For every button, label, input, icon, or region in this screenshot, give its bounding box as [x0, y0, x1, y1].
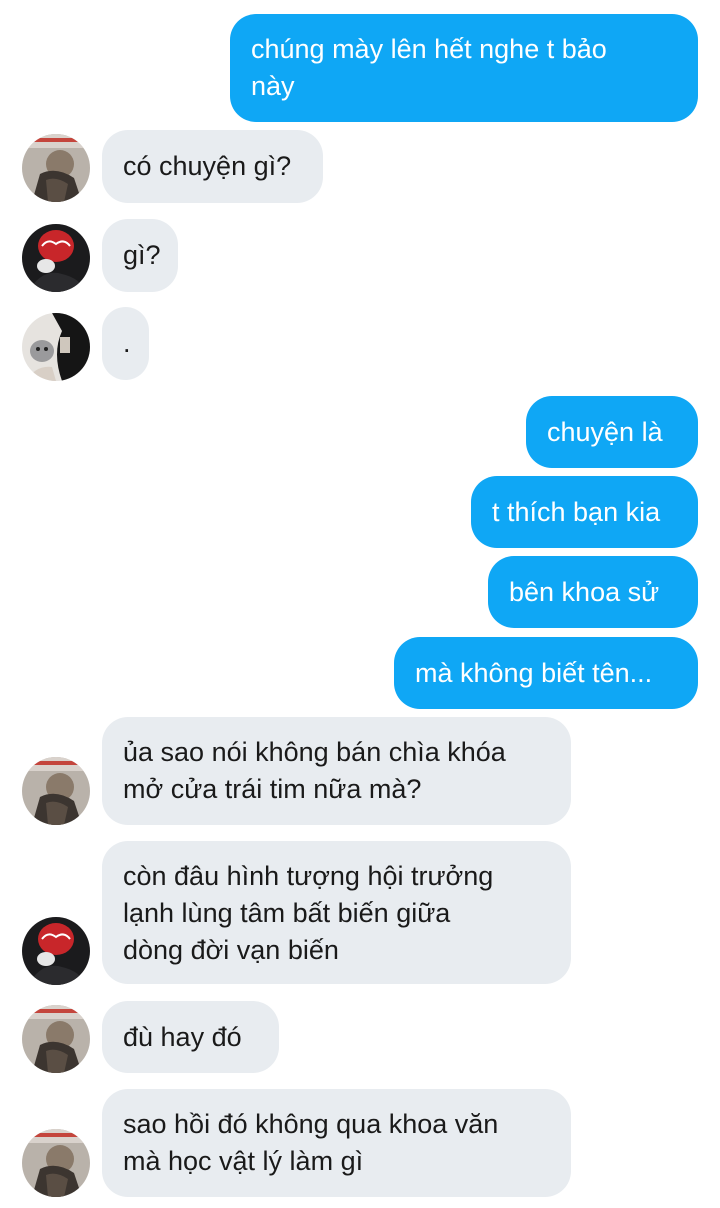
message-line: mở cửa trái tim nữa mà?	[123, 774, 422, 804]
outgoing-message[interactable]: chúng mày lên hết nghe t bảo này	[230, 14, 698, 122]
avatar-user-b[interactable]	[22, 224, 90, 292]
outgoing-message[interactable]: t thích bạn kia	[471, 476, 698, 548]
message-line: đù hay đó	[123, 1022, 242, 1052]
message-line: lạnh lùng tâm bất biến giữa	[123, 898, 451, 928]
message-line: còn đâu hình tượng hội trưởng	[123, 861, 494, 891]
message-line: này	[251, 71, 295, 101]
avatar-user-a[interactable]	[22, 134, 90, 202]
outgoing-message[interactable]: mà không biết tên...	[394, 637, 698, 709]
message-line: ủa sao nói không bán chìa khóa	[123, 737, 506, 767]
incoming-message[interactable]: còn đâu hình tượng hội trưởng lạnh lùng …	[102, 841, 571, 984]
incoming-message[interactable]: có chuyện gì?	[102, 130, 323, 203]
avatar-user-a[interactable]	[22, 757, 90, 825]
message-line: có chuyện gì?	[123, 151, 292, 181]
message-line: mà không biết tên...	[415, 658, 653, 688]
avatar-user-a[interactable]	[22, 1005, 90, 1073]
incoming-message[interactable]: gì?	[102, 219, 178, 292]
message-line: chúng mày lên hết nghe t bảo	[251, 34, 607, 64]
message-line: mà học vật lý làm gì	[123, 1146, 364, 1176]
incoming-message[interactable]: ủa sao nói không bán chìa khóa mở cửa tr…	[102, 717, 571, 825]
message-line: bên khoa sử	[509, 577, 660, 607]
outgoing-message[interactable]: chuyện là	[526, 396, 698, 468]
message-line: dòng đời vạn biến	[123, 935, 339, 965]
avatar-user-a[interactable]	[22, 1129, 90, 1197]
chat-thread: chúng mày lên hết nghe t bảo này có chuy…	[0, 0, 720, 1208]
outgoing-message[interactable]: bên khoa sử	[488, 556, 698, 628]
message-line: gì?	[123, 240, 161, 270]
incoming-message[interactable]: đù hay đó	[102, 1001, 279, 1073]
avatar-user-c[interactable]	[22, 313, 90, 381]
message-line: chuyện là	[547, 417, 663, 447]
message-line: .	[123, 328, 131, 358]
incoming-message[interactable]: .	[102, 307, 149, 380]
incoming-message[interactable]: sao hồi đó không qua khoa văn mà học vật…	[102, 1089, 571, 1197]
message-line: sao hồi đó không qua khoa văn	[123, 1109, 499, 1139]
avatar-user-b[interactable]	[22, 917, 90, 985]
message-line: t thích bạn kia	[492, 497, 661, 527]
